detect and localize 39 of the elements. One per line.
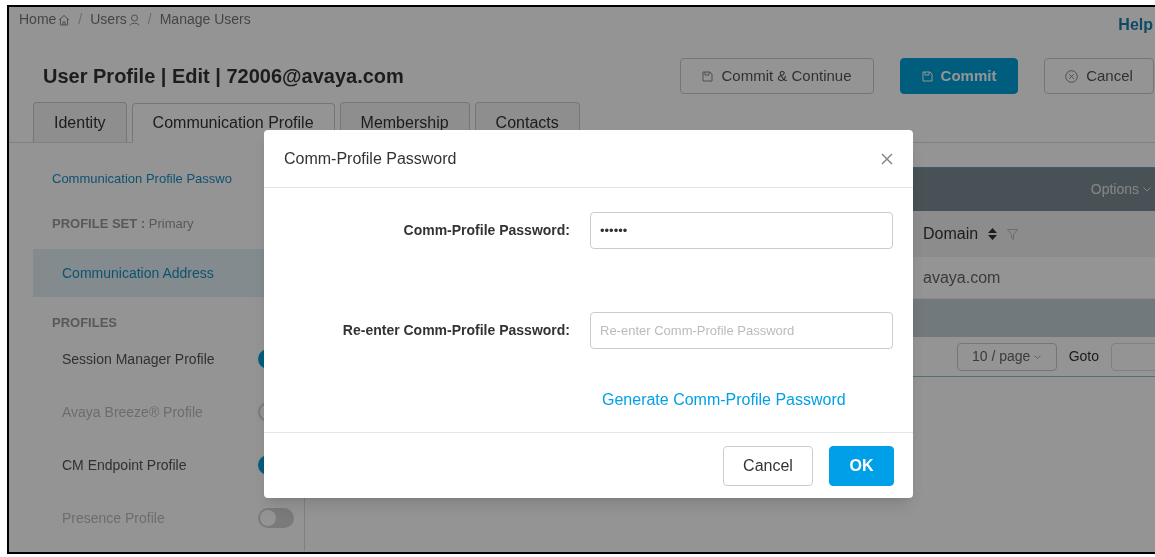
profile-set-label: PROFILE SET : Primary bbox=[51, 214, 195, 233]
profile-label: Session Manager Profile bbox=[62, 349, 215, 369]
user-icon bbox=[128, 13, 140, 26]
home-icon bbox=[58, 13, 71, 26]
save-icon bbox=[702, 70, 714, 82]
generate-password-link[interactable]: Generate Comm-Profile Password bbox=[602, 388, 913, 412]
page-title: User Profile | Edit | 72006@avaya.com bbox=[43, 64, 404, 89]
profiles-heading: PROFILES bbox=[51, 314, 118, 332]
breadcrumb-link[interactable]: Users bbox=[90, 9, 127, 30]
sort-icon[interactable] bbox=[988, 228, 998, 240]
cancel-icon bbox=[1065, 69, 1079, 83]
chevron-down-icon bbox=[1143, 187, 1151, 192]
action-button[interactable]: Commit & Continue bbox=[680, 58, 874, 94]
chevron-down-icon bbox=[1034, 354, 1042, 359]
breadcrumb-link[interactable]: Manage Users bbox=[159, 9, 251, 30]
breadcrumb-link[interactable]: Home bbox=[19, 9, 57, 30]
action-button[interactable]: Cancel bbox=[1044, 58, 1154, 94]
breadcrumb-separator: / bbox=[147, 10, 152, 29]
profile-label: CM Endpoint Profile bbox=[62, 455, 187, 475]
tab[interactable]: Identity bbox=[33, 102, 127, 142]
dialog-button[interactable]: Cancel bbox=[723, 445, 813, 486]
help-link[interactable]: Help bbox=[1118, 13, 1153, 37]
dialog-title: Comm-Profile Password bbox=[284, 148, 457, 169]
field-label: Re-enter Comm-Profile Password: bbox=[341, 321, 570, 340]
password-field[interactable]: •••••• bbox=[590, 212, 893, 249]
field-label: Comm-Profile Password: bbox=[402, 221, 570, 240]
page-size-select[interactable]: 10 / page bbox=[956, 342, 1057, 371]
action-button[interactable]: Commit bbox=[900, 58, 1018, 94]
column-header[interactable]: Domain bbox=[923, 222, 979, 246]
dialog-button[interactable]: OK bbox=[829, 445, 894, 486]
table-cell-text: avaya.com bbox=[923, 267, 1002, 288]
password-field[interactable]: Re-enter Comm-Profile Password bbox=[590, 312, 893, 349]
filter-icon[interactable] bbox=[1007, 228, 1019, 240]
tab[interactable]: Communication Profile bbox=[131, 103, 335, 143]
goto-label: Goto bbox=[1068, 347, 1099, 366]
options-menu[interactable]: Options bbox=[1090, 179, 1151, 200]
save-icon bbox=[921, 70, 933, 82]
breadcrumb-separator: / bbox=[78, 10, 83, 29]
close-icon[interactable] bbox=[881, 152, 893, 165]
